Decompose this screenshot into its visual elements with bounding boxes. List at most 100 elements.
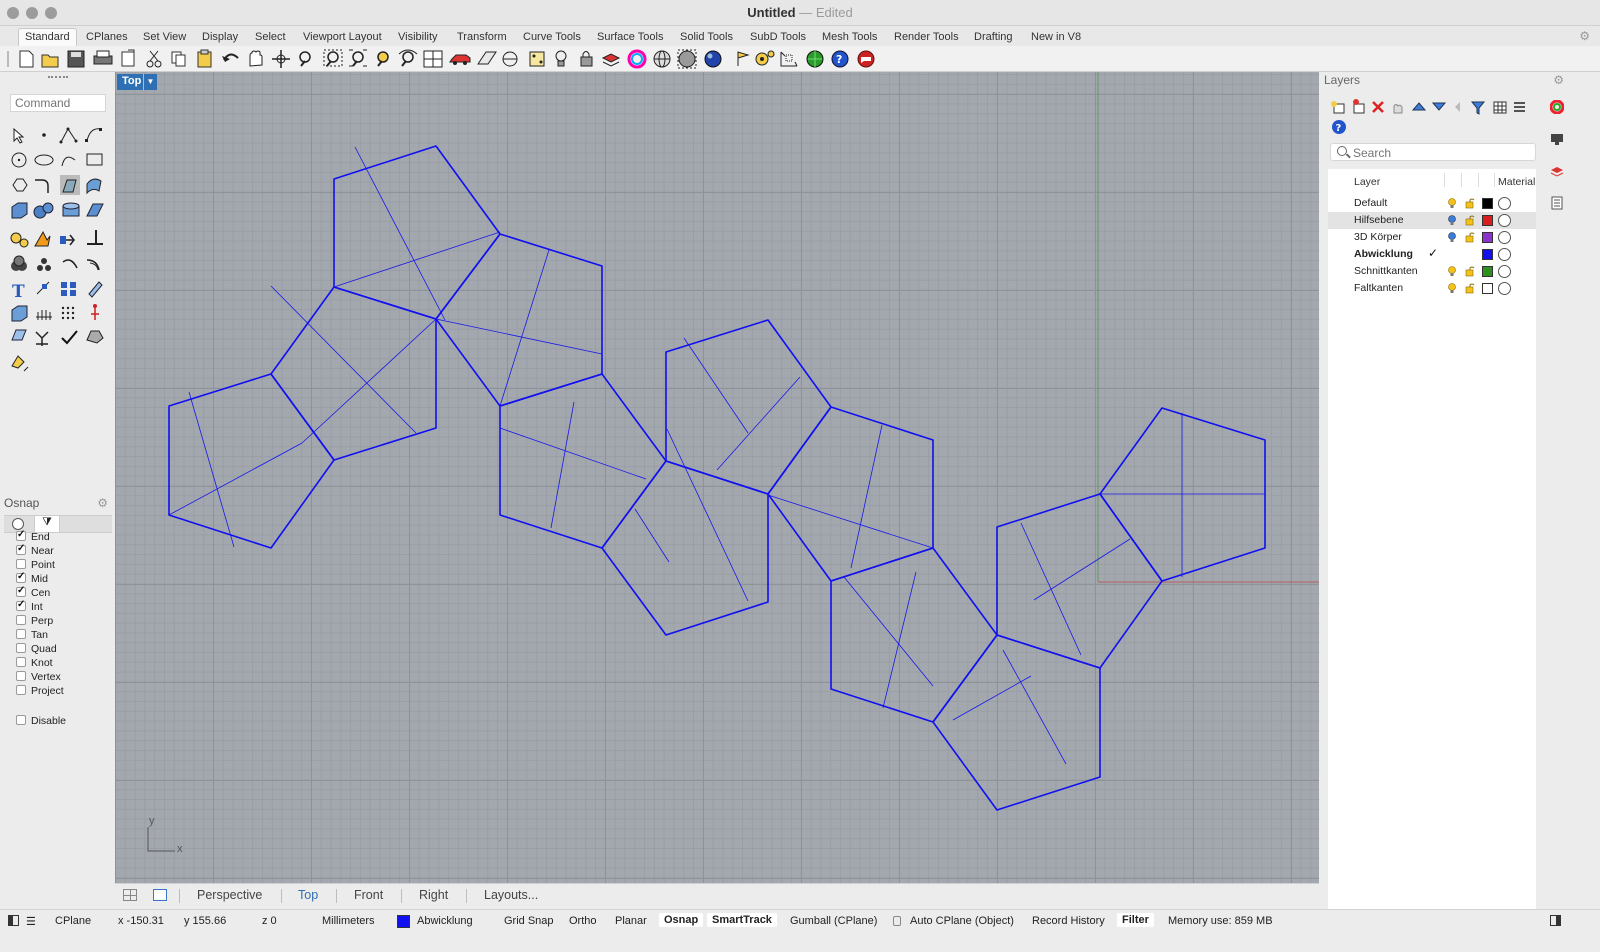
new-layer-icon[interactable]	[1331, 101, 1345, 114]
tab-subd-tools[interactable]: SubD Tools	[750, 29, 806, 45]
offset-surface-icon[interactable]	[86, 178, 102, 195]
pentagon-face[interactable]	[932, 634, 1101, 811]
pentagon-face[interactable]	[168, 373, 335, 549]
filter-icon[interactable]: ⧩	[34, 516, 60, 532]
lightbulb-off-icon[interactable]	[1448, 215, 1456, 225]
print-icon[interactable]	[93, 50, 113, 65]
dimension-ruler-icon[interactable]	[11, 355, 29, 372]
move-icon[interactable]	[60, 234, 75, 246]
viewport-title[interactable]: Top	[117, 74, 147, 90]
layer-color-swatch[interactable]	[1482, 249, 1493, 260]
rendered-sphere-icon[interactable]	[704, 50, 722, 68]
viewport-tab-right[interactable]: Right	[419, 888, 448, 902]
single-view-layout-icon[interactable]	[153, 889, 167, 901]
box-icon[interactable]	[11, 202, 28, 219]
pentagon-face[interactable]	[996, 493, 1163, 669]
tab-render-tools[interactable]: Render Tools	[894, 29, 959, 45]
smarttrack-toggle[interactable]: SmartTrack	[707, 913, 777, 927]
lightbulb-icon[interactable]	[555, 50, 567, 67]
rebuild-curve-icon[interactable]	[62, 259, 78, 269]
fillet-curve-icon[interactable]	[35, 179, 49, 193]
pentagon-face[interactable]	[435, 233, 603, 407]
material-circle-icon[interactable]	[1498, 265, 1511, 278]
options-gears-icon[interactable]	[755, 50, 775, 66]
import-icon[interactable]	[121, 49, 135, 67]
hand-select-icon[interactable]	[1393, 104, 1403, 114]
osnap-int-checkbox[interactable]	[16, 599, 26, 611]
pan-hand-icon[interactable]	[249, 50, 263, 67]
unroll-surface-icon[interactable]	[11, 329, 27, 341]
material-circle-icon[interactable]	[1498, 282, 1511, 295]
pentagon-face[interactable]	[270, 286, 437, 461]
layers-search-field[interactable]	[1330, 143, 1536, 161]
delete-layer-icon[interactable]	[1372, 101, 1384, 113]
polyline-icon[interactable]	[59, 127, 78, 144]
ellipse-icon[interactable]	[34, 154, 54, 166]
material-circle-icon[interactable]	[1498, 231, 1511, 244]
paste-icon[interactable]	[197, 49, 212, 68]
osnap-project-checkbox[interactable]	[16, 685, 26, 695]
tab-surface-tools[interactable]: Surface Tools	[597, 29, 663, 45]
filter-toggle[interactable]: Filter	[1117, 913, 1154, 927]
arc-icon[interactable]	[61, 156, 76, 167]
zoom-icon[interactable]	[299, 51, 311, 67]
viewport-tab-top[interactable]: Top	[298, 888, 318, 902]
osnap-quad[interactable]: Quad	[16, 643, 57, 656]
move-down-icon[interactable]	[1431, 102, 1447, 111]
current-layer-color-swatch[interactable]	[397, 915, 410, 928]
osnap-perp-checkbox[interactable]	[16, 615, 26, 625]
osnap-mid-checkbox[interactable]	[16, 571, 26, 583]
mesh-box-icon[interactable]	[11, 305, 28, 322]
ortho-toggle[interactable]: Ortho	[569, 915, 597, 927]
gear-icon[interactable]: ⚙	[1579, 29, 1590, 43]
layer-color-swatch[interactable]	[1482, 283, 1493, 294]
pentagon-face[interactable]	[333, 145, 501, 320]
wireframe-sphere-icon[interactable]	[653, 50, 671, 68]
osnap-knot[interactable]: Knot	[16, 657, 53, 670]
tab-select[interactable]: Select	[255, 29, 286, 45]
sphere-icon[interactable]	[33, 202, 54, 219]
filter-layers-icon[interactable]	[1470, 101, 1486, 115]
move-up-icon[interactable]	[1411, 102, 1427, 111]
lock-unlocked-icon[interactable]	[1465, 283, 1475, 294]
tab-visibility[interactable]: Visibility	[398, 29, 438, 45]
cplane-icon[interactable]	[502, 51, 518, 67]
osnap-end-checkbox[interactable]	[16, 529, 26, 541]
planar-toggle[interactable]: Planar	[615, 915, 647, 927]
globe-icon[interactable]	[806, 50, 824, 68]
osnap-knot-checkbox[interactable]	[16, 657, 26, 667]
contour-icon[interactable]	[36, 310, 52, 320]
zoom-dynamic-icon[interactable]	[398, 49, 418, 67]
viewport-tab-front[interactable]: Front	[354, 888, 383, 902]
osnap-cen-checkbox[interactable]	[16, 585, 26, 597]
layers-search-input[interactable]	[1353, 146, 1523, 160]
text-icon[interactable]: T	[12, 282, 25, 302]
select-arrow-icon[interactable]	[13, 127, 25, 144]
lightbulb-off-icon[interactable]	[1448, 232, 1456, 242]
grid-plane-icon[interactable]	[477, 51, 497, 65]
properties-panel-icon[interactable]	[1550, 196, 1564, 210]
lightbulb-on-icon[interactable]	[1448, 266, 1456, 276]
tab-solid-tools[interactable]: Solid Tools	[680, 29, 733, 45]
pentagon-face[interactable]	[665, 319, 832, 495]
zoom-extents-icon[interactable]	[349, 49, 367, 67]
layers-panel-icon[interactable]	[1550, 164, 1564, 178]
tab-curve-tools[interactable]: Curve Tools	[523, 29, 581, 45]
split-icon[interactable]	[35, 331, 49, 346]
planar-surface-icon[interactable]	[86, 203, 104, 217]
top-viewport[interactable]: y x Top ▼	[115, 72, 1319, 883]
lock-unlocked-icon[interactable]	[1465, 232, 1475, 243]
osnap-disable-checkbox[interactable]	[16, 715, 26, 725]
pentagon-face[interactable]	[830, 547, 998, 723]
osnap-perp[interactable]: Perp	[16, 615, 53, 628]
zoom-window-icon[interactable]	[323, 49, 343, 67]
osnap-tan[interactable]: Tan	[16, 629, 48, 642]
color-wheel-icon[interactable]	[627, 49, 647, 69]
osnap-disable[interactable]: Disable	[16, 715, 66, 728]
viewport-tab-perspective[interactable]: Perspective	[197, 888, 262, 902]
osnap-quad-checkbox[interactable]	[16, 643, 26, 653]
layer-row-faltkanten[interactable]: Faltkanten	[1328, 280, 1536, 297]
point-icon[interactable]	[42, 133, 46, 137]
osnap-project[interactable]: Project	[16, 685, 64, 698]
display-panel-icon[interactable]	[1550, 132, 1564, 146]
